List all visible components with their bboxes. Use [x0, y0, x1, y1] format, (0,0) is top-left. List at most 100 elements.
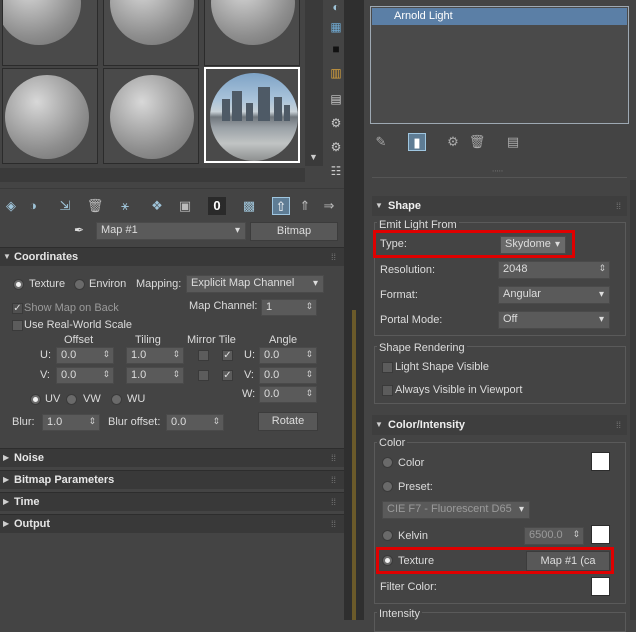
put-to-library-icon[interactable]: ❖ [148, 197, 166, 215]
go-forward-icon[interactable]: ⇒ [320, 197, 338, 215]
time-rollout-header[interactable]: ▶ Time ⁞⁞ [0, 492, 344, 511]
sample-slot-selected[interactable] [204, 67, 300, 163]
options-icon[interactable]: ⚙ [327, 138, 345, 156]
kelvin-radio[interactable] [382, 530, 393, 541]
always-visible-viewport-checkbox[interactable] [382, 385, 393, 396]
go-to-parent-icon[interactable]: ⇑ [296, 197, 314, 215]
show-end-result-icon[interactable]: ▮ [408, 133, 426, 151]
preset-radio[interactable] [382, 481, 393, 492]
bitmap-parameters-rollout-header[interactable]: ▶ Bitmap Parameters ⁞⁞ [0, 470, 344, 489]
texture-radio[interactable] [13, 279, 24, 290]
environ-radio-label: Environ [89, 278, 127, 290]
u-tiling-spinner[interactable]: 1.0 [126, 347, 184, 364]
video-color-check-icon[interactable]: ▤ [327, 90, 345, 108]
shape-rollout-header[interactable]: ▼ Shape ⁞⁞ [372, 196, 627, 216]
map-channel-spinner[interactable]: 1 [261, 299, 317, 316]
material-id-channel-button[interactable]: 0 [208, 197, 226, 215]
slots-hscrollbar[interactable] [0, 168, 305, 182]
collapse-triangle-icon: ▼ [3, 252, 11, 261]
v-mirror-checkbox[interactable] [198, 370, 209, 381]
v-angle-spinner[interactable]: 0.0 [259, 367, 317, 384]
background-icon[interactable]: ■ [327, 40, 345, 58]
u-angle-spinner[interactable]: 0.0 [259, 347, 317, 364]
environ-radio[interactable] [74, 279, 85, 290]
delete-icon[interactable]: 🗑 [86, 197, 104, 215]
v-tiling-spinner[interactable]: 1.0 [126, 367, 184, 384]
sample-slot[interactable] [103, 68, 199, 164]
backlight-icon[interactable]: ▦ [327, 18, 345, 36]
remove-modifier-icon[interactable]: 🗑 [468, 133, 486, 151]
blur-offset-spinner[interactable]: 0.0 [166, 414, 224, 431]
intensity-group-title: Intensity [377, 608, 422, 620]
select-by-material-icon[interactable]: ☷ [327, 162, 345, 180]
material-id-icon[interactable]: ▣ [176, 197, 194, 215]
sample-slot[interactable] [2, 0, 98, 66]
put-to-scene-icon[interactable]: ◑ [24, 197, 42, 215]
vw-radio[interactable] [66, 394, 77, 405]
mapping-dropdown[interactable]: Explicit Map Channel [186, 275, 324, 293]
blur-spinner[interactable]: 1.0 [42, 414, 100, 431]
show-end-result-icon[interactable]: ⇧ [272, 197, 290, 215]
assign-material-icon[interactable]: ⇲ [56, 197, 74, 215]
v-offset-spinner[interactable]: 0.0 [56, 367, 114, 384]
kelvin-spinner[interactable]: 6500.0 [524, 527, 584, 545]
eyedropper-icon[interactable]: ✒ [74, 223, 84, 237]
map-name-field[interactable]: Map #1 [96, 222, 246, 240]
output-rollout-header[interactable]: ▶ Output ⁞⁞ [0, 514, 344, 533]
color-label: Color [398, 457, 425, 469]
pin-stack-icon[interactable]: ✎ [372, 133, 390, 151]
get-material-icon[interactable]: ◈ [2, 197, 20, 215]
expand-triangle-icon: ▶ [3, 475, 10, 484]
light-shape-visible-label: Light Shape Visible [395, 361, 489, 373]
slots-scrollbar[interactable]: ▼ [305, 0, 323, 166]
format-dropdown[interactable]: Angular [498, 286, 610, 304]
noise-rollout-header[interactable]: ▶ Noise ⁞⁞ [0, 448, 344, 467]
make-preview-icon[interactable]: ⚙ [327, 114, 345, 132]
modifier-stack[interactable]: Arnold Light [370, 6, 629, 124]
color-intensity-rollout-header[interactable]: ▼ Color/Intensity ⁞⁞ [372, 415, 627, 435]
sample-slot[interactable] [2, 68, 98, 164]
map-type-button[interactable]: Bitmap [250, 222, 338, 241]
hdri-preview [210, 73, 298, 161]
sample-slot[interactable] [103, 0, 199, 66]
filter-color-swatch[interactable] [591, 577, 610, 596]
uv-tiling-icon[interactable]: ▥ [327, 64, 345, 82]
portal-mode-dropdown[interactable]: Off [498, 311, 610, 329]
make-unique-icon[interactable]: ⚹ [116, 197, 134, 215]
show-map-icon[interactable]: ▩ [240, 197, 258, 215]
rotate-button[interactable]: Rotate [258, 412, 318, 431]
show-map-on-back-checkbox[interactable]: ✓ [12, 303, 23, 314]
shape-rendering-title: Shape Rendering [377, 342, 467, 354]
u-tile-checkbox[interactable]: ✓ [222, 350, 233, 361]
v-tile-checkbox[interactable]: ✓ [222, 370, 233, 381]
uv-radio[interactable] [30, 394, 41, 405]
color-swatch[interactable] [591, 452, 610, 471]
command-panel: Arnold Light ✎ ▮ ⚙ 🗑 ▤ ∙∙∙∙∙ ▼ Shape ⁞⁞ … [364, 0, 636, 632]
u-offset-spinner[interactable]: 0.0 [56, 347, 114, 364]
sample-slot[interactable] [204, 0, 300, 66]
sample-type-icon[interactable]: ◐ [327, 0, 345, 16]
rollout-grip-icon: ⁞⁞ [330, 497, 336, 507]
coordinates-rollout-header[interactable]: ▼ Coordinates ⁞⁞ [0, 247, 344, 266]
light-shape-visible-checkbox[interactable] [382, 362, 393, 373]
command-panel-scrollbar[interactable] [630, 180, 636, 620]
color-radio[interactable] [382, 457, 393, 468]
color-group-title: Color [377, 437, 408, 449]
kelvin-swatch[interactable] [591, 525, 610, 544]
preset-dropdown[interactable]: CIE F7 - Fluorescent D65 [382, 501, 530, 519]
portal-mode-label: Portal Mode: [380, 314, 443, 326]
modifier-stack-item[interactable]: Arnold Light [372, 8, 627, 25]
chevron-down-icon[interactable]: ▼ [309, 152, 318, 162]
panel-splitter[interactable]: ∙∙∙∙∙ [372, 160, 627, 178]
blur-offset-label: Blur offset: [108, 416, 161, 428]
configure-modifier-sets-icon[interactable]: ▤ [504, 133, 522, 151]
make-unique-icon[interactable]: ⚙ [444, 133, 462, 151]
v-label: V: [40, 369, 50, 381]
use-real-world-scale-checkbox[interactable] [12, 320, 23, 331]
wu-radio[interactable] [111, 394, 122, 405]
w-angle-spinner[interactable]: 0.0 [259, 386, 317, 403]
expand-triangle-icon: ▶ [3, 497, 10, 506]
resolution-spinner[interactable]: 2048 [498, 261, 610, 279]
always-visible-viewport-label: Always Visible in Viewport [395, 384, 523, 396]
u-mirror-checkbox[interactable] [198, 350, 209, 361]
